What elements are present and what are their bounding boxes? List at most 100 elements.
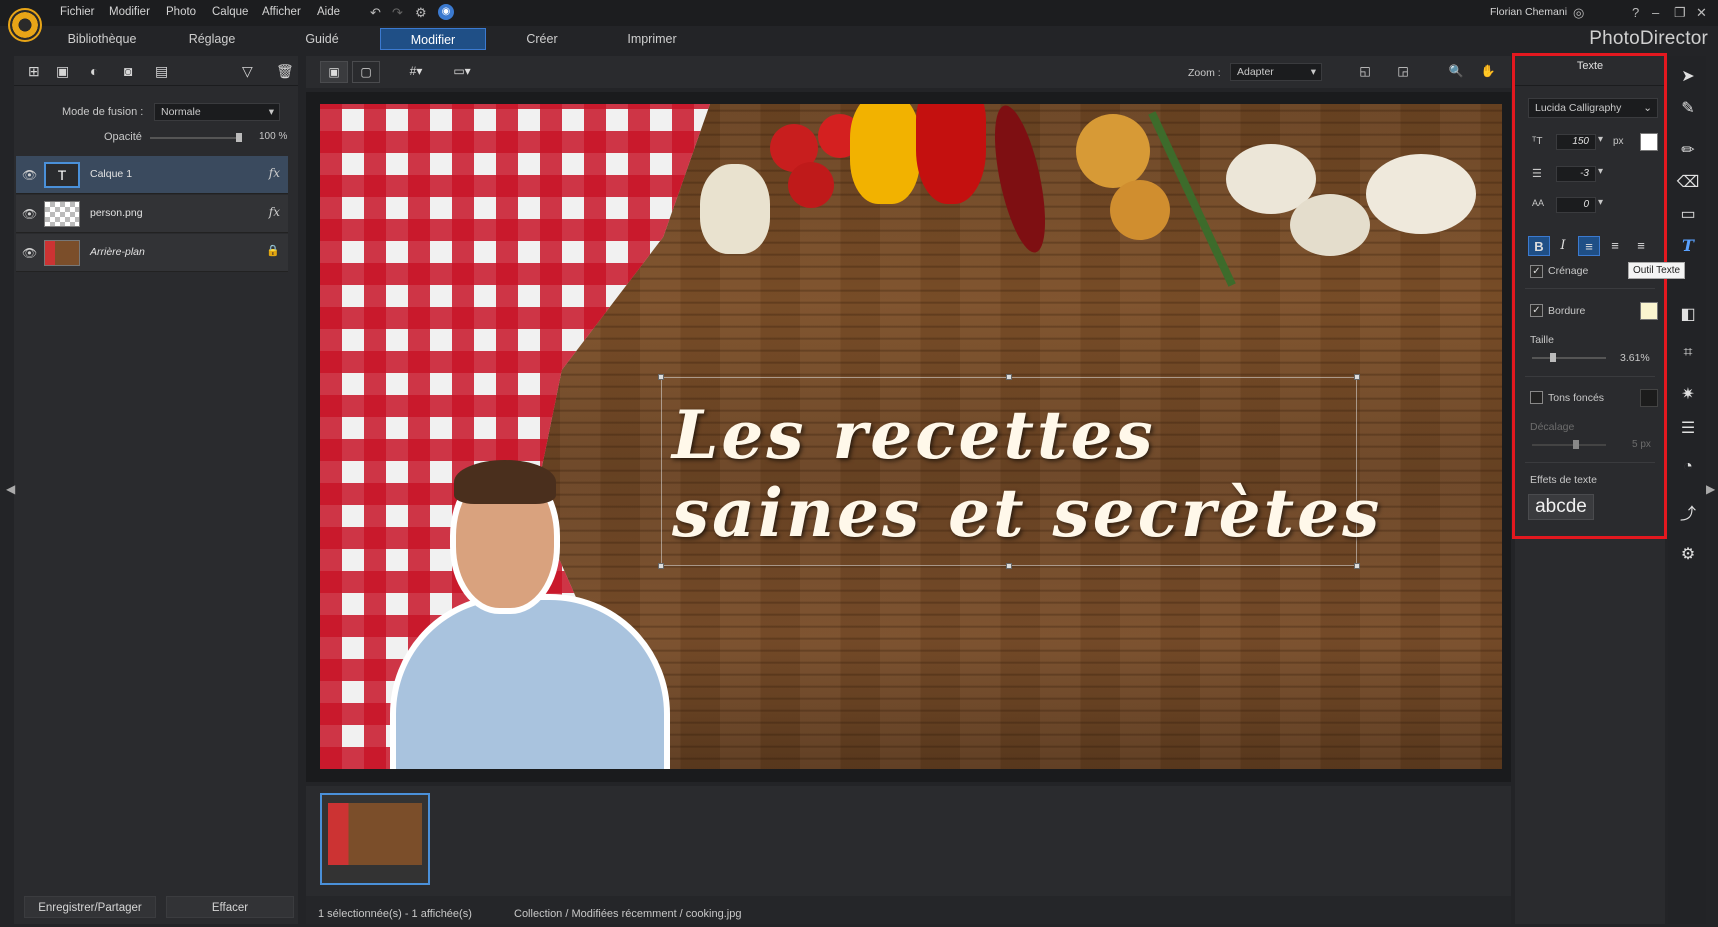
tab-creer[interactable]: Créer bbox=[492, 28, 592, 50]
onion bbox=[1110, 180, 1170, 240]
gradient-icon[interactable]: ◧ bbox=[1676, 304, 1700, 324]
selection-status: 1 sélectionnée(s) - 1 affichée(s) bbox=[318, 908, 472, 920]
visibility-eye-icon[interactable]: 👁 bbox=[22, 246, 37, 260]
resize-handle[interactable] bbox=[658, 563, 664, 569]
menu-bar bbox=[0, 0, 1718, 26]
tab-guide[interactable]: Guidé bbox=[272, 28, 372, 50]
opacity-slider-thumb[interactable] bbox=[236, 133, 242, 142]
hand-tool-icon[interactable]: ✋ bbox=[1474, 61, 1502, 83]
tab-modifier[interactable]: Modifier bbox=[380, 28, 486, 50]
settings-gear-icon[interactable]: ⚙ bbox=[1676, 544, 1700, 564]
layer-row[interactable]: 👁 person.png fx bbox=[16, 195, 288, 233]
help-button[interactable]: ? bbox=[1632, 5, 1639, 20]
zoom-value: Adapter bbox=[1237, 66, 1274, 78]
mask-icon[interactable]: ◙ bbox=[124, 63, 132, 79]
garlic bbox=[700, 164, 770, 254]
menu-modifier[interactable]: Modifier bbox=[109, 6, 150, 18]
lock-icon: 🔒 bbox=[266, 244, 280, 257]
tab-bibliotheque[interactable]: Bibliothèque bbox=[52, 28, 152, 50]
mushroom bbox=[1366, 154, 1476, 234]
menu-calque[interactable]: Calque bbox=[212, 6, 248, 18]
text-tool-icon[interactable]: T bbox=[1676, 236, 1700, 255]
resize-handle[interactable] bbox=[1354, 374, 1360, 380]
resize-handle[interactable] bbox=[1354, 563, 1360, 569]
thumbnail-image bbox=[328, 803, 422, 865]
view-compare-icon[interactable]: ▢ bbox=[352, 61, 380, 83]
brand-title: PhotoDirector bbox=[1589, 28, 1708, 49]
user-name[interactable]: Florian Chemani bbox=[1490, 6, 1567, 18]
layer-menu-icon[interactable]: ▤ bbox=[155, 63, 168, 80]
adjustment-layer-icon[interactable]: ◐ bbox=[90, 63, 98, 79]
yellow-pepper bbox=[850, 104, 920, 204]
brush-icon[interactable]: ✏ bbox=[1676, 140, 1700, 160]
grid-icon[interactable]: #▾ bbox=[400, 61, 432, 83]
account-icon[interactable]: ◉ bbox=[438, 4, 454, 20]
menu-afficher[interactable]: Afficher bbox=[262, 6, 301, 18]
opacity-slider[interactable] bbox=[150, 137, 242, 139]
clear-button[interactable]: Effacer bbox=[166, 896, 294, 918]
resize-handle[interactable] bbox=[1006, 374, 1012, 380]
save-share-button[interactable]: Enregistrer/Partager bbox=[24, 896, 156, 918]
close-button[interactable]: ✕ bbox=[1696, 5, 1707, 21]
redo-icon[interactable]: ↷ bbox=[392, 5, 403, 21]
photodirector-window: Fichier Modifier Photo Calque Afficher A… bbox=[0, 0, 1718, 927]
menu-photo[interactable]: Photo bbox=[166, 6, 196, 18]
user-icon[interactable]: ◎ bbox=[1573, 5, 1584, 21]
delete-layer-icon[interactable]: 🗑 bbox=[276, 63, 294, 80]
highlight-box bbox=[1512, 53, 1667, 539]
eraser-icon[interactable]: ⌫ bbox=[1676, 172, 1700, 192]
zoom-tool-icon[interactable]: 🔍 bbox=[1442, 61, 1470, 83]
resize-handle[interactable] bbox=[658, 374, 664, 380]
rotate-left-icon[interactable]: ◱ bbox=[1352, 61, 1378, 83]
menu-aide[interactable]: Aide bbox=[317, 6, 340, 18]
visibility-eye-icon[interactable]: 👁 bbox=[22, 207, 37, 221]
transform-icon[interactable]: ⤴ bbox=[1676, 500, 1700, 524]
chevron-down-icon: ▾ bbox=[1310, 66, 1316, 78]
display-icon[interactable]: ▭▾ bbox=[446, 61, 478, 83]
view-single-icon[interactable]: ▣ bbox=[320, 61, 348, 83]
mushroom bbox=[1290, 194, 1370, 256]
onion bbox=[1076, 114, 1150, 188]
color-icon[interactable]: ◔ bbox=[1676, 458, 1700, 476]
collapse-left-arrow-icon[interactable]: ◀ bbox=[6, 482, 15, 496]
tab-reglage[interactable]: Réglage bbox=[162, 28, 262, 50]
red-pepper bbox=[916, 104, 986, 204]
blend-mode-select[interactable]: Normale ▾ bbox=[154, 103, 280, 121]
fx-icon[interactable]: fx bbox=[269, 205, 280, 219]
fx-icon[interactable]: fx bbox=[269, 166, 280, 180]
file-path: Collection / Modifiées récemment / cooki… bbox=[514, 908, 742, 920]
text-layer-thumbnail: T bbox=[44, 162, 80, 188]
visibility-eye-icon[interactable]: 👁 bbox=[22, 168, 37, 182]
layer-row[interactable]: 👁 T Calque 1 fx bbox=[16, 156, 288, 194]
tab-imprimer[interactable]: Imprimer bbox=[602, 28, 702, 50]
select-arrow-icon[interactable]: ➤ bbox=[1676, 66, 1700, 86]
rotate-right-icon[interactable]: ◲ bbox=[1390, 61, 1416, 83]
filmstrip bbox=[306, 786, 1511, 896]
person-hair bbox=[454, 460, 556, 504]
opacity-label: Opacité bbox=[104, 131, 142, 143]
transparent-layer-thumbnail bbox=[44, 201, 80, 227]
maximize-button[interactable]: ❐ bbox=[1674, 5, 1686, 21]
collapse-right-arrow-icon[interactable]: ▶ bbox=[1706, 482, 1715, 496]
minimize-button[interactable]: – bbox=[1652, 5, 1659, 20]
filter-icon[interactable]: ▽ bbox=[242, 63, 253, 80]
settings-icon[interactable]: ⚙ bbox=[415, 5, 427, 21]
tomato bbox=[788, 162, 834, 208]
layer-row[interactable]: 👁 Arrière-plan 🔒 bbox=[16, 234, 288, 272]
photo-canvas[interactable]: Les recettes saines et secrètes bbox=[320, 104, 1502, 769]
clone-brush-icon[interactable]: ✎ bbox=[1676, 98, 1700, 118]
layer-name: Arrière-plan bbox=[90, 246, 145, 258]
adjust-sliders-icon[interactable]: ☰ bbox=[1676, 418, 1700, 438]
rectangle-icon[interactable]: ▭ bbox=[1676, 204, 1700, 224]
resize-handle[interactable] bbox=[1006, 563, 1012, 569]
menu-fichier[interactable]: Fichier bbox=[60, 6, 95, 18]
opacity-value: 100 % bbox=[259, 131, 288, 142]
undo-icon[interactable]: ↶ bbox=[370, 5, 381, 21]
filmstrip-thumbnail[interactable] bbox=[320, 793, 430, 885]
magic-wand-icon[interactable]: ✷ bbox=[1676, 384, 1700, 404]
new-layer-icon[interactable]: ⊞ bbox=[28, 63, 40, 80]
crop-icon[interactable]: ⌗ bbox=[1676, 344, 1700, 362]
app-logo bbox=[8, 8, 42, 42]
zoom-select[interactable]: Adapter ▾ bbox=[1230, 63, 1322, 81]
add-image-layer-icon[interactable]: ▣ bbox=[56, 63, 69, 80]
